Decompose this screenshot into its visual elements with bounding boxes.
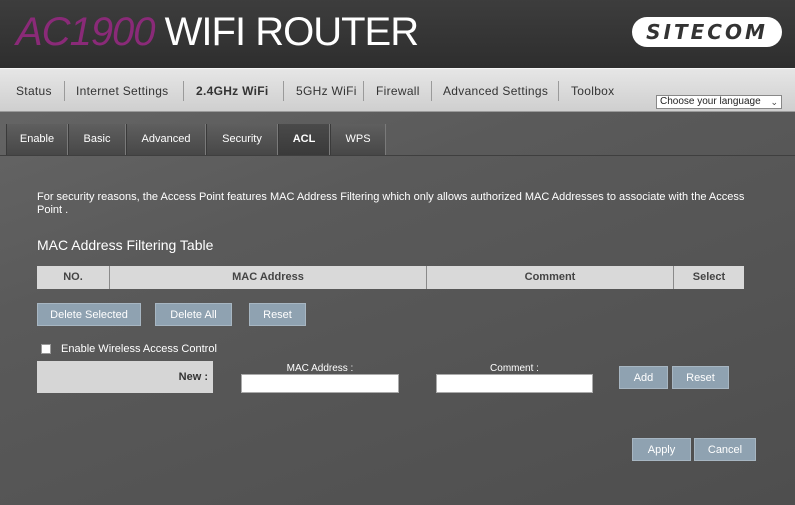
column-select: Select: [692, 271, 726, 283]
nav-24ghz-wifi[interactable]: 2.4GHz WiFi: [196, 78, 269, 104]
tab-basic[interactable]: Basic: [68, 124, 126, 155]
reset-table-button[interactable]: Reset: [249, 303, 306, 326]
tab-security[interactable]: Security: [206, 124, 278, 155]
new-entry-label: New :: [37, 361, 213, 393]
product-title: AC1900 WIFI ROUTER: [16, 10, 419, 55]
sub-nav: Enable Basic Advanced Security ACL WPS: [0, 124, 795, 156]
language-select[interactable]: Choose your language ⌄: [656, 95, 782, 109]
tab-enable[interactable]: Enable: [6, 124, 68, 155]
chevron-down-icon: ⌄: [770, 97, 778, 107]
header-bar: AC1900 WIFI ROUTER SITECOM: [0, 0, 795, 68]
nav-divider: [363, 81, 364, 101]
nav-advanced-settings[interactable]: Advanced Settings: [443, 78, 548, 104]
delete-selected-button[interactable]: Delete Selected: [37, 303, 141, 326]
mac-address-input[interactable]: [241, 374, 399, 393]
column-mac-address: MAC Address: [110, 266, 427, 289]
nav-divider: [183, 81, 184, 101]
nav-divider: [558, 81, 559, 101]
comment-input[interactable]: [436, 374, 593, 393]
nav-divider: [64, 81, 65, 101]
tab-wps[interactable]: WPS: [330, 124, 386, 155]
nav-status[interactable]: Status: [16, 78, 52, 104]
reset-entry-button[interactable]: Reset: [672, 366, 729, 389]
delete-all-button[interactable]: Delete All: [155, 303, 232, 326]
tab-advanced[interactable]: Advanced: [126, 124, 206, 155]
product-name: WIFI ROUTER: [154, 10, 419, 54]
tab-acl[interactable]: ACL: [278, 124, 330, 155]
enable-access-control-checkbox[interactable]: [41, 344, 51, 354]
language-select-value: Choose your language: [660, 96, 761, 107]
nav-firewall[interactable]: Firewall: [376, 78, 420, 104]
product-model: AC1900: [16, 10, 156, 54]
column-no: NO.: [37, 266, 110, 289]
cancel-button[interactable]: Cancel: [694, 438, 756, 461]
sitecom-logo: SITECOM: [632, 17, 782, 47]
nav-5ghz-wifi[interactable]: 5GHz WiFi: [296, 78, 357, 104]
nav-divider: [431, 81, 432, 101]
mac-filter-table-header: NO. MAC Address Comment Select: [37, 266, 744, 289]
table-title: MAC Address Filtering Table: [37, 237, 214, 253]
page-description: For security reasons, the Access Point f…: [37, 191, 745, 216]
apply-button[interactable]: Apply: [632, 438, 691, 461]
enable-access-control-label: Enable Wireless Access Control: [61, 343, 217, 355]
comment-label: Comment :: [490, 363, 539, 374]
column-comment: Comment: [427, 266, 674, 289]
nav-divider: [283, 81, 284, 101]
nav-toolbox[interactable]: Toolbox: [571, 78, 614, 104]
add-button[interactable]: Add: [619, 366, 668, 389]
mac-address-label: MAC Address :: [286, 363, 354, 374]
nav-internet-settings[interactable]: Internet Settings: [76, 78, 169, 104]
